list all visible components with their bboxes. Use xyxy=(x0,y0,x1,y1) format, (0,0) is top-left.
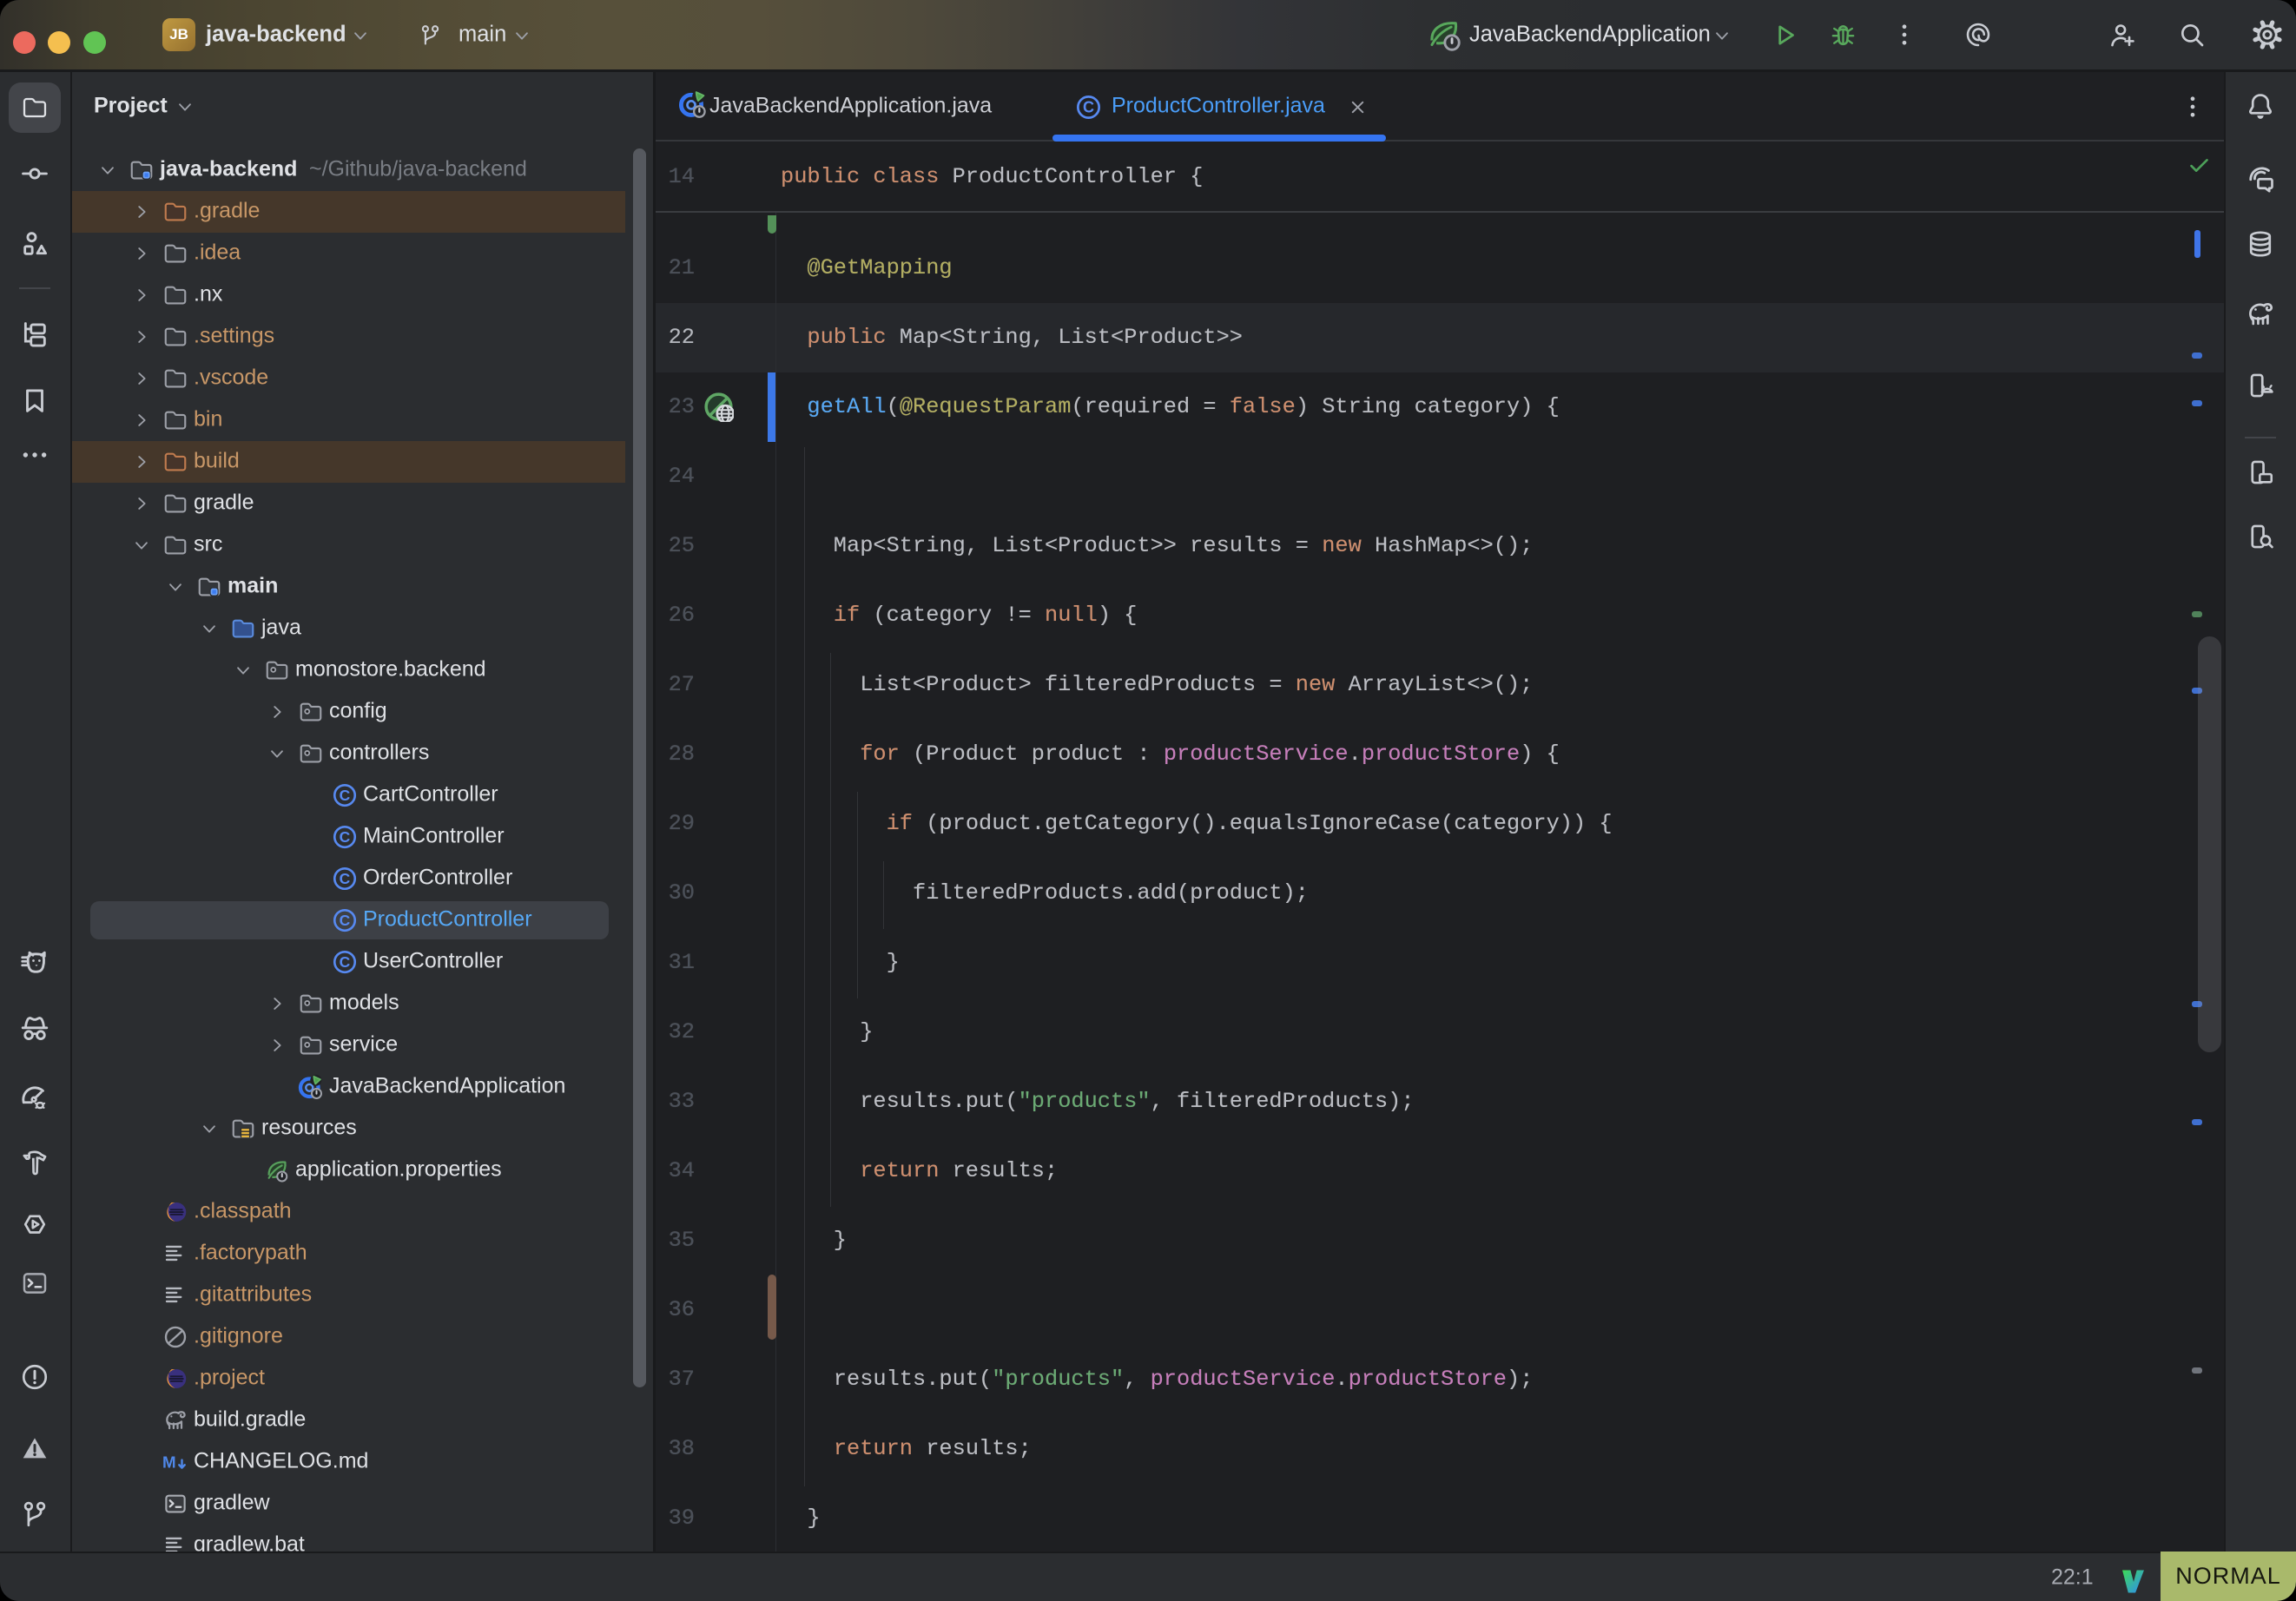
svg-text:C: C xyxy=(340,870,351,887)
svg-text:C: C xyxy=(340,787,351,804)
svg-text:C: C xyxy=(340,828,351,846)
svg-text:C: C xyxy=(340,912,351,929)
svg-text:M: M xyxy=(162,1453,176,1471)
svg-text:C: C xyxy=(1083,99,1094,116)
svg-text:C: C xyxy=(340,953,351,971)
